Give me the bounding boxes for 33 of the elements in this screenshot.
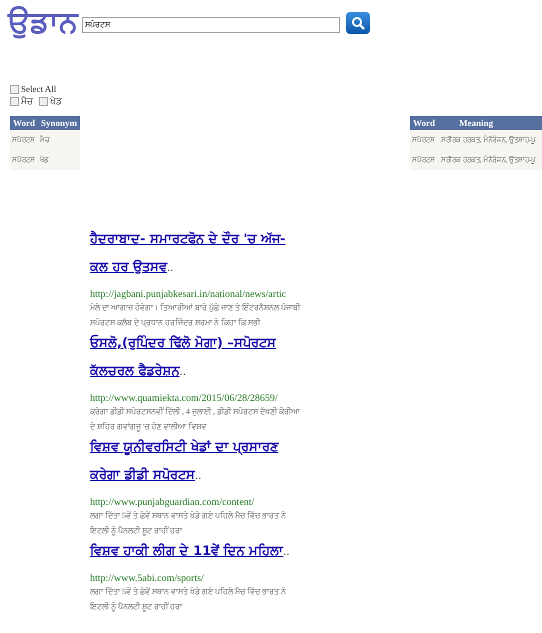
checkbox[interactable] (39, 97, 48, 106)
checkbox-label: ਮੈਚ (21, 96, 33, 107)
result-url: http://jagbani.punjabkesari.in/national/news/artic (90, 289, 288, 300)
checkbox-label: Select All (21, 84, 56, 94)
result-title-link[interactable]: ਹੈਦਰਾਬਾਦ- ਸਮਾਰਟਫੋਨ ਦੇ ਦੌਰ 'ਚ ਅੱਜ- (90, 232, 286, 247)
search-icon (351, 16, 365, 30)
search-field[interactable]: ਸਪੋਰਟਸ (82, 17, 340, 33)
ellipsis: .. (283, 547, 290, 558)
column-header: Word (410, 116, 440, 130)
result-title-link[interactable]: ਕਲ ਹਰ ਉਤਸਵ (90, 260, 168, 275)
column-header: Meaning (439, 116, 542, 130)
result-title-link[interactable]: ਵਿਸ਼ਵ ਹਾਕੀ ਲੀਗ ਦੇ 11ਵੇਂ ਦਿਨ ਮਹਿਲਾ (90, 544, 284, 559)
ellipsis: .. (195, 471, 202, 482)
result-snippet: ਲਗਾ ਦਿੱਤਾ 5ਵੇਂ ਤੇ ਛੇਵੇਂ ਸਥਾਨ ਵਾਸਤੇ ਖੇਡੇ ਗਏ ਪਹਿਲੇ ਮੈਚ ਵਿੱਚ ਭਾਰਤ ਨੇ ਇਟਲੀ ਨੂੰ ਪੈਨਲਟੀ ਸ਼ੂਟ ਰਾਹੀਂ ਹਰਾ (90, 510, 288, 538)
ellipsis: .. (167, 263, 174, 274)
column-header: Synonym (38, 116, 80, 130)
result-snippet: ਮੇਲੇ ਦਾ ਆਗਾਜ਼ ਹੋਵੇਗਾ। ਤਿਆਰੀਆਂ ਬਾਰੇ ਪੁੱਛੇ ਜਾਣ ਤੇ ਇੰਟਰਨੈਸ਼ਨਲ ਪੰਜਾਬੀ ਸਪੋਰਟਸ ਕਲੱਬ ਦੇ ਪ੍ਰਧਾਨ ਹਰਜਿੰਦਰ ਸ਼ਰਮਾ ਨੇ ਕਿਹਾ ਕਿ ਸਭੀ (90, 302, 302, 330)
checkbox[interactable] (10, 84, 19, 94)
column-header: Word (10, 116, 38, 130)
result-url: http://www.quamiekta.com/2015/06/28/28659/ (90, 393, 279, 404)
result-snippet: ਲਗਾ ਦਿੱਤਾ 5ਵੇਂ ਤੇ ਛੇਵੇਂ ਸਥਾਨ ਵਾਸਤੇ ਖੇਡੇ ਗਏ ਪਹਿਲੇ ਮੈਚ ਵਿੱਚ ਭਾਰਤ ਨੇ ਇਟਲੀ ਨੂੰ ਪੈਨਲਟੀ ਸ਼ੂਟ ਰਾਹੀਂ ਹਰਾ (90, 586, 288, 614)
result-title-link[interactable]: ਵਿਸ਼ਵ ਯੂਨੀਵਰਸਿਟੀ ਖੇਡਾਂ ਦਾ ਪ੍ਰਸਾਰਣ (90, 440, 278, 455)
search-button[interactable] (346, 12, 370, 34)
ellipsis: .. (180, 367, 186, 378)
result-snippet: ਕਰੇਗਾ ਡੀਡੀ ਸਪੋਰਟਸਨਵੀਂ ਦਿੱਲੀ , 4 ਜੁਲਾਈ , ਡੀਡੀ ਸਪੋਰਟਸ ਦੱਖਣੀ ਕੋਰੀਆ ਦੇ ਸ਼ਹਿਰ ਗਵਾਂਗਜੂ 'ਚ ਹੋਣ ਵਾਲੀਆ ਵਿਸ਼ਵ (90, 406, 301, 434)
logo: ਉਡਾਨ (8, 6, 78, 40)
checkbox-label: ਖੇਡ (50, 96, 62, 107)
result-title-link[interactable]: ਕੱਲਚਰਲ ਫੈਡਰੇਸ਼ਨ (90, 364, 180, 379)
checkbox[interactable] (10, 97, 19, 106)
result-url: http://www.punjabguardian.com/content/ (90, 497, 256, 508)
result-title-link[interactable]: ਓਸਲੋ,(ਰੁਪਿੰਦਰ ਢਿੱਲੋ ਮੋਗਾ) –ਸਪੋਰਟਸ (90, 336, 276, 351)
result-url: http://www.5abi.com/sports/ (90, 573, 205, 584)
result-title-link[interactable]: ਕਰੇਗਾ ਡੀਡੀ ਸਪੋਰਟਸ (90, 468, 196, 483)
